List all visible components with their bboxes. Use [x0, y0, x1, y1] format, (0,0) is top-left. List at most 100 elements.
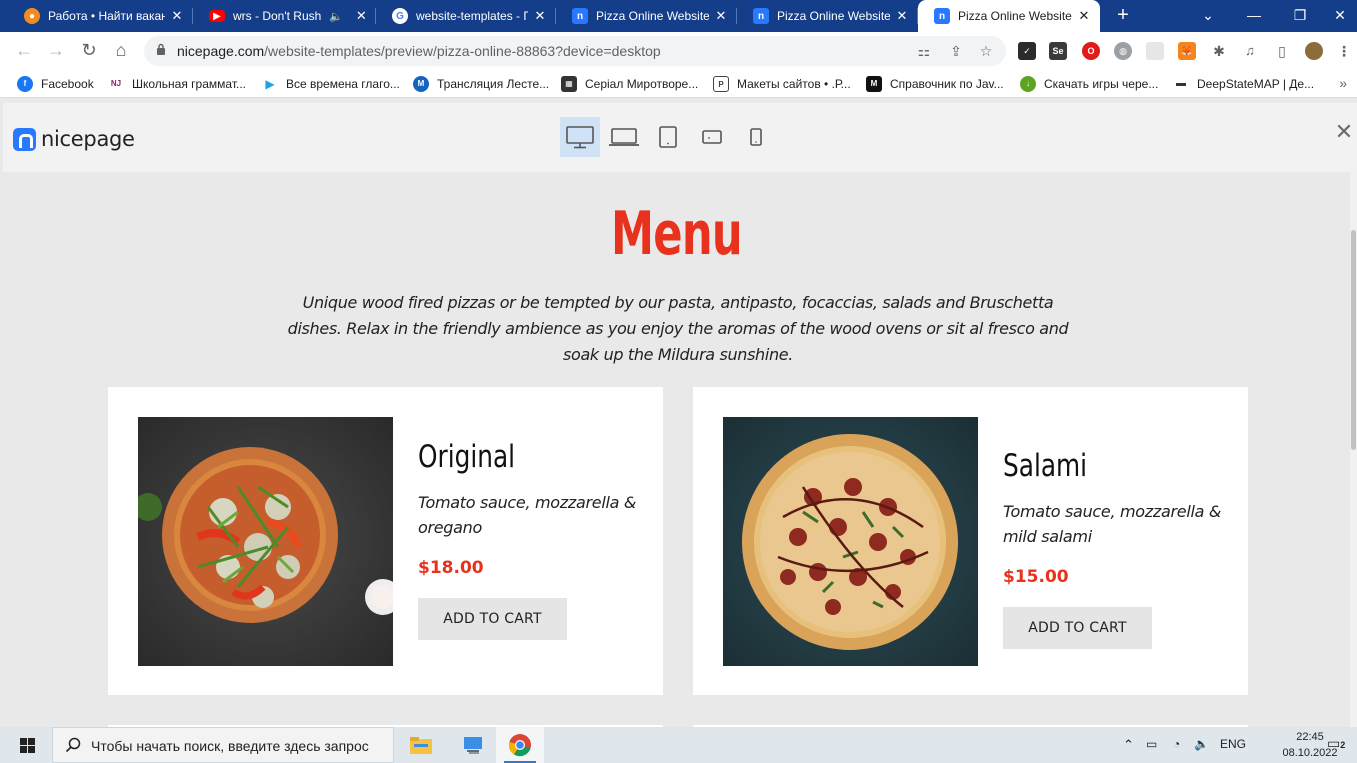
- menu-item-info: Salami Tomato sauce, mozzarella & mild s…: [1003, 448, 1233, 650]
- play-icon: ▶: [262, 76, 278, 92]
- browser-tab-active[interactable]: n Pizza Online Website Template ✕: [918, 0, 1100, 32]
- bookmark-item[interactable]: f Facebook: [17, 75, 94, 93]
- bookmark-item[interactable]: ▶ Все времена глаго...: [262, 75, 400, 93]
- address-bar[interactable]: nicepage.com/website-templates/preview/p…: [144, 36, 1006, 66]
- bookmark-item[interactable]: M Справочник по Jav...: [866, 75, 1004, 93]
- preview-header: nicepage ✕: [3, 103, 1357, 172]
- back-icon[interactable]: ←: [12, 39, 36, 63]
- search-icon: [65, 737, 81, 753]
- chrome-taskbar-icon[interactable]: [496, 727, 544, 763]
- device-laptop-button[interactable]: [604, 117, 644, 157]
- tab-search-icon[interactable]: ⌄: [1185, 0, 1231, 32]
- reload-icon[interactable]: ↻: [77, 39, 101, 63]
- nicepage-logo-icon: [13, 127, 36, 151]
- bookmark-item[interactable]: ▦ Серіал Миротворе...: [561, 75, 698, 93]
- extension-se-icon[interactable]: Se: [1049, 42, 1067, 60]
- url-host: nicepage.com: [177, 43, 265, 59]
- desktop-icon: [566, 126, 594, 149]
- phone-icon: [750, 128, 762, 146]
- bookmark-item[interactable]: NJ Школьная граммат...: [108, 75, 246, 93]
- lock-icon[interactable]: [156, 43, 166, 55]
- windows-logo-icon: [20, 738, 35, 753]
- close-icon[interactable]: ✕: [355, 8, 368, 24]
- device-tablet-button[interactable]: [648, 117, 688, 157]
- close-icon[interactable]: ✕: [713, 8, 729, 24]
- device-desktop-button[interactable]: [560, 117, 600, 157]
- media-control-icon[interactable]: ♫: [1241, 42, 1259, 60]
- tab-title: website-templates - Поиск в Google: [416, 9, 528, 23]
- browser-tab[interactable]: n Pizza Online Website Template ✕: [737, 0, 918, 32]
- bookmarks-bar: f Facebook NJ Школьная граммат... ▶ Все …: [0, 70, 1357, 98]
- browser-tab[interactable]: n Pizza Online Website Template ✕: [556, 0, 737, 32]
- language-indicator[interactable]: ENG: [1220, 737, 1246, 751]
- extensions-puzzle-icon[interactable]: ✱: [1210, 42, 1228, 60]
- close-icon[interactable]: ✕: [894, 8, 910, 24]
- close-icon[interactable]: ✕: [169, 8, 185, 24]
- notification-count: 2: [1340, 740, 1346, 750]
- new-tab-button[interactable]: +: [1112, 5, 1134, 27]
- profile-avatar[interactable]: [1305, 42, 1323, 60]
- extension-opera-icon[interactable]: O: [1082, 42, 1100, 60]
- nicepage-logo[interactable]: nicepage: [13, 127, 135, 151]
- bookmark-item[interactable]: ↓ Скачать игры чере...: [1020, 75, 1158, 93]
- device-phone-button[interactable]: [736, 117, 776, 157]
- nicepage-icon: n: [934, 8, 950, 24]
- minimize-button[interactable]: —: [1231, 0, 1277, 32]
- file-explorer-icon[interactable]: [397, 727, 445, 763]
- close-preview-icon[interactable]: ✕: [1333, 121, 1355, 143]
- bookmark-star-icon[interactable]: ☆: [978, 43, 994, 59]
- volume-icon[interactable]: 🔈: [1194, 737, 1209, 751]
- tab-title: wrs - Don't Rush | Eurovision: [233, 9, 325, 23]
- close-icon[interactable]: ✕: [532, 8, 548, 24]
- menu-heading: Menu: [611, 199, 743, 269]
- speaker-icon[interactable]: 🔈: [329, 10, 343, 23]
- scrollbar-thumb[interactable]: [1351, 230, 1356, 450]
- add-to-cart-button[interactable]: ADD TO CART: [1003, 607, 1152, 650]
- window-close-button[interactable]: ✕: [1323, 0, 1357, 32]
- browser-tab[interactable]: ▶ wrs - Don't Rush | Eurovision 🔈 ✕: [193, 0, 376, 32]
- network-icon[interactable]: ◔: [1173, 737, 1180, 751]
- tray-chevron-icon[interactable]: ⌃: [1123, 737, 1134, 753]
- this-pc-icon[interactable]: [449, 727, 497, 763]
- bookmark-label: Справочник по Jav...: [890, 77, 1004, 91]
- side-panel-icon[interactable]: ▯: [1273, 42, 1291, 60]
- browser-tab[interactable]: G website-templates - Поиск в Google ✕: [376, 0, 556, 32]
- windows-taskbar: Чтобы начать поиск, введите здесь запрос…: [0, 727, 1357, 763]
- url-path: /website-templates/preview/pizza-online-…: [264, 43, 661, 59]
- hh-icon: ●: [24, 8, 40, 24]
- njnj-icon: NJ: [108, 76, 124, 92]
- browser-menu-icon[interactable]: ⋮: [1335, 42, 1353, 60]
- menu-item-info: Original Tomato sauce, mozzarella & oreg…: [418, 439, 648, 641]
- bookmark-item[interactable]: P Макеты сайтов • .Р...: [713, 75, 851, 93]
- add-to-cart-button[interactable]: ADD TO CART: [418, 598, 567, 641]
- youtube-icon: ▶: [209, 10, 225, 22]
- pizza-original-image: [138, 417, 393, 666]
- more-bookmarks-icon[interactable]: »: [1339, 75, 1347, 91]
- translate-icon[interactable]: ⚏: [916, 43, 932, 59]
- extension-grid-icon[interactable]: [1146, 42, 1164, 60]
- extension-check-icon[interactable]: ✓: [1018, 42, 1036, 60]
- google-icon: G: [392, 8, 408, 24]
- bookmark-label: Макеты сайтов • .Р...: [737, 77, 851, 91]
- bookmark-item[interactable]: ▬ DeepStateMAP | Де...: [1173, 75, 1314, 93]
- metamask-icon[interactable]: 🦊: [1178, 42, 1196, 60]
- device-tablet-landscape-button[interactable]: [692, 117, 732, 157]
- share-icon[interactable]: ⇪: [948, 43, 964, 59]
- browser-tab[interactable]: ● Работа • Найти вакансию ✕: [8, 0, 193, 32]
- bookmark-label: Серіал Миротворе...: [585, 77, 699, 91]
- page-scrollbar[interactable]: [1350, 172, 1357, 727]
- psd-icon: P: [713, 76, 729, 92]
- forward-icon[interactable]: →: [44, 39, 68, 63]
- start-button[interactable]: [8, 727, 48, 763]
- m-icon: M: [413, 76, 429, 92]
- bookmark-item[interactable]: M Трансляция Лесте...: [413, 75, 549, 93]
- battery-icon[interactable]: ▭: [1146, 737, 1157, 751]
- tab-title: Pizza Online Website Template: [596, 9, 709, 23]
- home-icon[interactable]: ⌂: [109, 39, 133, 63]
- restore-button[interactable]: ❐: [1277, 0, 1323, 32]
- close-icon[interactable]: ✕: [1076, 8, 1092, 24]
- notifications-icon[interactable]: ▭2: [1327, 735, 1345, 752]
- taskbar-search-box[interactable]: Чтобы начать поиск, введите здесь запрос: [52, 727, 394, 763]
- menu-item-description: Tomato sauce, mozzarella & mild salami: [1003, 502, 1222, 547]
- extension-globe-icon[interactable]: ◍: [1114, 42, 1132, 60]
